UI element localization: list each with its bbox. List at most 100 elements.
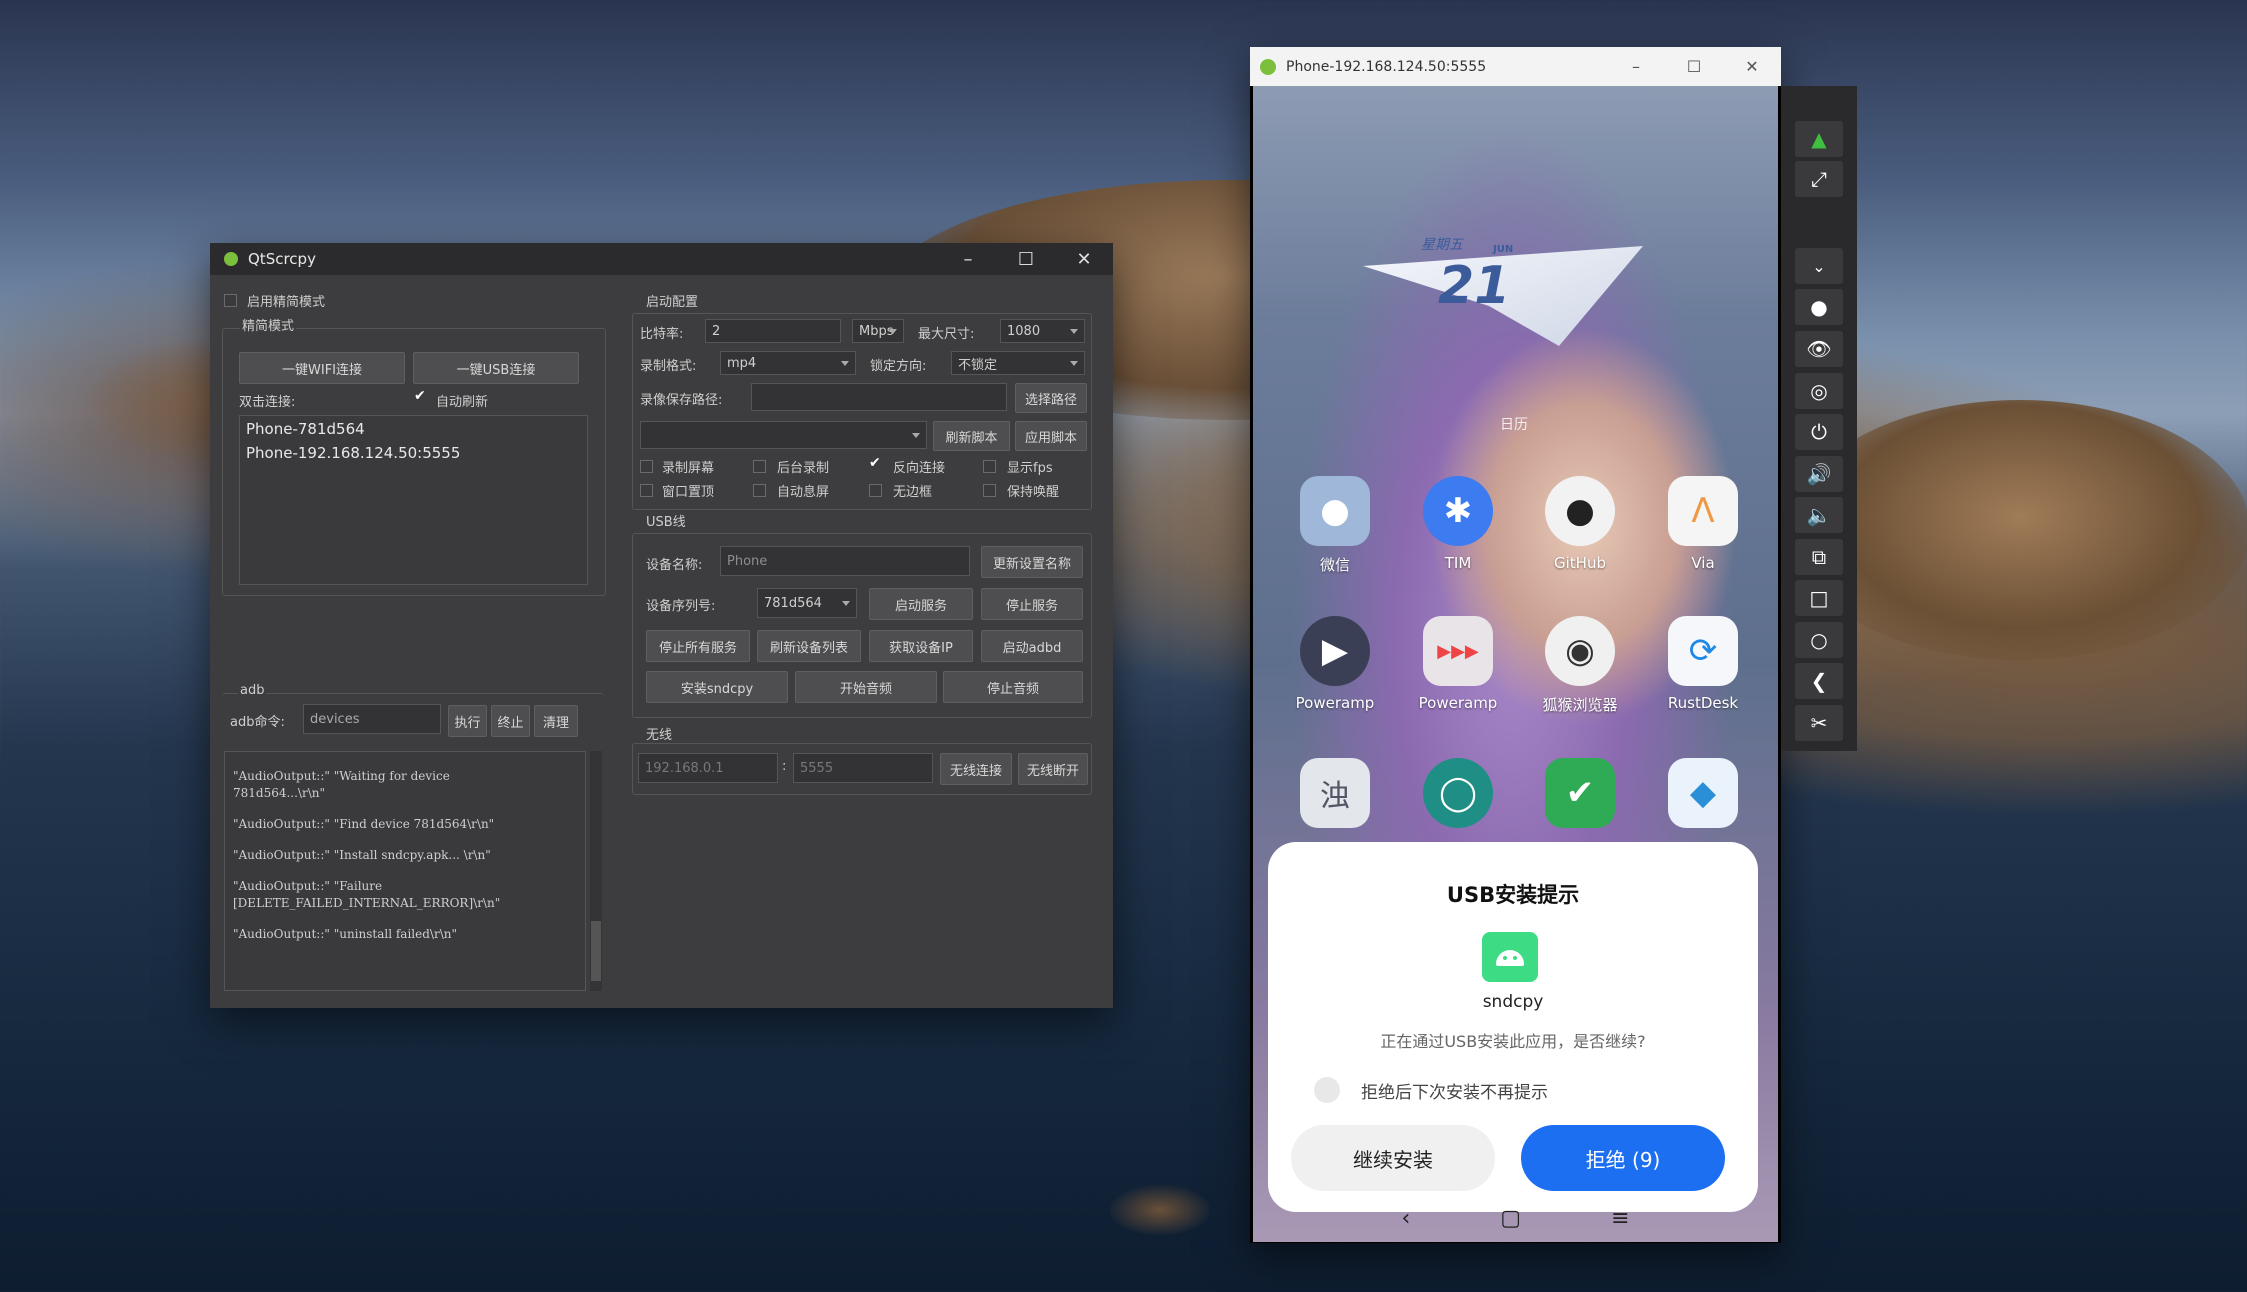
dock-app-3[interactable]: ✔ — [1520, 758, 1640, 828]
device-list[interactable]: Phone-781d564 Phone-192.168.124.50:5555 — [239, 415, 588, 585]
dock-app-4[interactable]: ◆ — [1643, 758, 1763, 828]
record-screen-checkbox[interactable] — [640, 460, 653, 473]
auto-screen-off-checkbox[interactable] — [753, 484, 766, 497]
touch-dot-icon[interactable]: ● — [1795, 289, 1843, 325]
app-lemur-browser[interactable]: ◉ 狐猴浏览器 — [1520, 616, 1640, 715]
home-nav-icon[interactable]: ▢ — [1500, 1206, 1521, 1242]
cloud-music-icon: 浊 — [1300, 758, 1370, 828]
back-nav-icon[interactable]: ‹ — [1401, 1206, 1410, 1242]
script-select[interactable] — [640, 421, 927, 449]
reverse-connect-check-icon[interactable]: ✔ — [869, 455, 881, 471]
bitrate-unit-select[interactable]: Mbps — [852, 319, 904, 343]
serial-select[interactable]: 781d564 — [757, 588, 857, 618]
always-on-top-checkbox[interactable] — [640, 484, 653, 497]
recents-nav-icon[interactable]: ≡ — [1611, 1206, 1629, 1242]
screenshot-scissors-icon[interactable]: ✂ — [1795, 705, 1843, 741]
refresh-script-button[interactable]: 刷新脚本 — [933, 421, 1010, 451]
log-line: "AudioOutput::" "uninstall failed\r\n" — [233, 927, 457, 941]
app-github[interactable]: ● GitHub — [1520, 476, 1640, 572]
start-service-button[interactable]: 启动服务 — [869, 588, 973, 620]
ip-input[interactable]: 192.168.0.1 — [638, 753, 778, 783]
maximize-icon[interactable]: ☐ — [1665, 57, 1723, 76]
home-circle-icon[interactable]: ○ — [1795, 622, 1843, 658]
app-poweramp-eq[interactable]: ▶▶▶ Poweramp — [1398, 616, 1518, 712]
expand-notifications-icon[interactable]: ⌄ — [1795, 248, 1843, 284]
select-path-button[interactable]: 选择路径 — [1015, 383, 1087, 413]
app-rustdesk[interactable]: ⟳ RustDesk — [1643, 616, 1763, 712]
device-list-item[interactable]: Phone-781d564 — [240, 416, 587, 442]
wifi-connect-button[interactable]: 一键WIFI连接 — [239, 352, 405, 384]
get-device-ip-button[interactable]: 获取设备IP — [869, 630, 973, 662]
hide-eye-icon[interactable]: ◎ — [1795, 373, 1843, 409]
stop-all-services-button[interactable]: 停止所有服务 — [646, 630, 750, 662]
log-scrollbar-thumb[interactable] — [591, 921, 601, 981]
app-switch-icon[interactable]: ⧉ — [1795, 539, 1843, 575]
adb-command-input[interactable]: devices — [303, 704, 441, 734]
record-format-select[interactable]: mp4 — [720, 351, 856, 375]
log-line: "AudioOutput::" "Find device 781d564\r\n… — [233, 817, 495, 831]
wechat-icon: ● — [1300, 476, 1370, 546]
dock-app-1[interactable]: 浊 — [1275, 758, 1395, 828]
volume-up-icon[interactable]: 🔊 — [1795, 456, 1843, 492]
reject-button[interactable]: 拒绝 (9) — [1521, 1125, 1725, 1191]
wireless-disconnect-button[interactable]: 无线断开 — [1018, 753, 1088, 785]
wifi-status-icon[interactable]: ▲ — [1795, 121, 1843, 157]
max-size-select[interactable]: 1080 — [1000, 319, 1085, 343]
app-via[interactable]: Λ Via — [1643, 476, 1763, 572]
start-audio-button[interactable]: 开始音频 — [795, 671, 937, 703]
log-output[interactable]: "AudioOutput::" "Waiting for device 781d… — [224, 751, 586, 991]
log-scrollbar[interactable] — [590, 751, 602, 991]
serial-label: 设备序列号: — [646, 599, 716, 614]
show-fps-checkbox[interactable] — [983, 460, 996, 473]
stop-audio-button[interactable]: 停止音频 — [943, 671, 1083, 703]
lock-orientation-select[interactable]: 不锁定 — [951, 351, 1085, 375]
bitrate-input[interactable]: 2 — [705, 319, 841, 343]
log-line: "AudioOutput::" "Failure [DELETE_FAILED_… — [233, 879, 501, 910]
phone-screen[interactable]: 星期五 JUN 21 日历 ● 微信 ✱ TIM ● GitHub Λ Via … — [1253, 86, 1778, 1242]
home-square-icon[interactable]: □ — [1795, 580, 1843, 616]
dont-remind-radio[interactable] — [1314, 1077, 1340, 1103]
stay-awake-label: 保持唤醒 — [1007, 485, 1060, 500]
minimize-icon[interactable]: – — [939, 249, 997, 270]
maximize-icon[interactable]: ☐ — [997, 249, 1055, 270]
continue-install-button[interactable]: 继续安装 — [1291, 1125, 1495, 1191]
stay-awake-checkbox[interactable] — [983, 484, 996, 497]
start-adbd-button[interactable]: 启动adbd — [981, 630, 1083, 662]
fullscreen-icon[interactable]: ⤢ — [1795, 161, 1843, 197]
background-record-checkbox[interactable] — [753, 460, 766, 473]
app-poweramp[interactable]: ▶ Poweramp — [1275, 616, 1395, 712]
back-arrow-icon[interactable]: ❮ — [1795, 663, 1843, 699]
android-app-icon — [1482, 932, 1538, 982]
usb-connect-button[interactable]: 一键USB连接 — [413, 352, 579, 384]
simple-mode-checkbox[interactable] — [224, 294, 237, 307]
app-label: 微信 — [1319, 556, 1350, 574]
volume-down-icon[interactable]: 🔈 — [1795, 497, 1843, 533]
app-label: RustDesk — [1667, 694, 1739, 712]
device-list-item[interactable]: Phone-192.168.124.50:5555 — [240, 442, 587, 464]
record-path-input[interactable] — [751, 383, 1007, 411]
minimize-icon[interactable]: – — [1607, 57, 1665, 76]
install-sndcpy-button[interactable]: 安装sndcpy — [646, 671, 788, 703]
adb-stop-button[interactable]: 终止 — [491, 705, 530, 737]
log-line: "AudioOutput::" "Waiting for device 781d… — [233, 769, 450, 800]
adb-clear-button[interactable]: 清理 — [534, 705, 578, 737]
port-input[interactable]: 5555 — [793, 753, 933, 783]
dialog-message: 正在通过USB安装此应用，是否继续? — [1380, 1032, 1646, 1051]
refresh-devices-button[interactable]: 刷新设备列表 — [757, 630, 861, 662]
simple-mode-group-title: 精简模式 — [240, 315, 297, 334]
update-name-button[interactable]: 更新设置名称 — [981, 546, 1083, 578]
adb-execute-button[interactable]: 执行 — [448, 705, 487, 737]
stop-service-button[interactable]: 停止服务 — [981, 588, 1083, 620]
auto-refresh-check-icon[interactable]: ✔ — [414, 388, 426, 404]
frameless-checkbox[interactable] — [869, 484, 882, 497]
show-eye-icon[interactable]: 👁 — [1795, 331, 1843, 367]
wireless-connect-button[interactable]: 无线连接 — [940, 753, 1012, 785]
device-name-input[interactable]: Phone — [720, 546, 970, 576]
close-icon[interactable]: ✕ — [1055, 249, 1113, 270]
app-wechat[interactable]: ● 微信 — [1275, 476, 1395, 575]
apply-script-button[interactable]: 应用脚本 — [1015, 421, 1087, 451]
dock-app-2[interactable]: ◯ — [1398, 758, 1518, 828]
app-tim[interactable]: ✱ TIM — [1398, 476, 1518, 572]
close-icon[interactable]: ✕ — [1723, 57, 1781, 76]
power-icon[interactable]: ⏻ — [1795, 414, 1843, 450]
